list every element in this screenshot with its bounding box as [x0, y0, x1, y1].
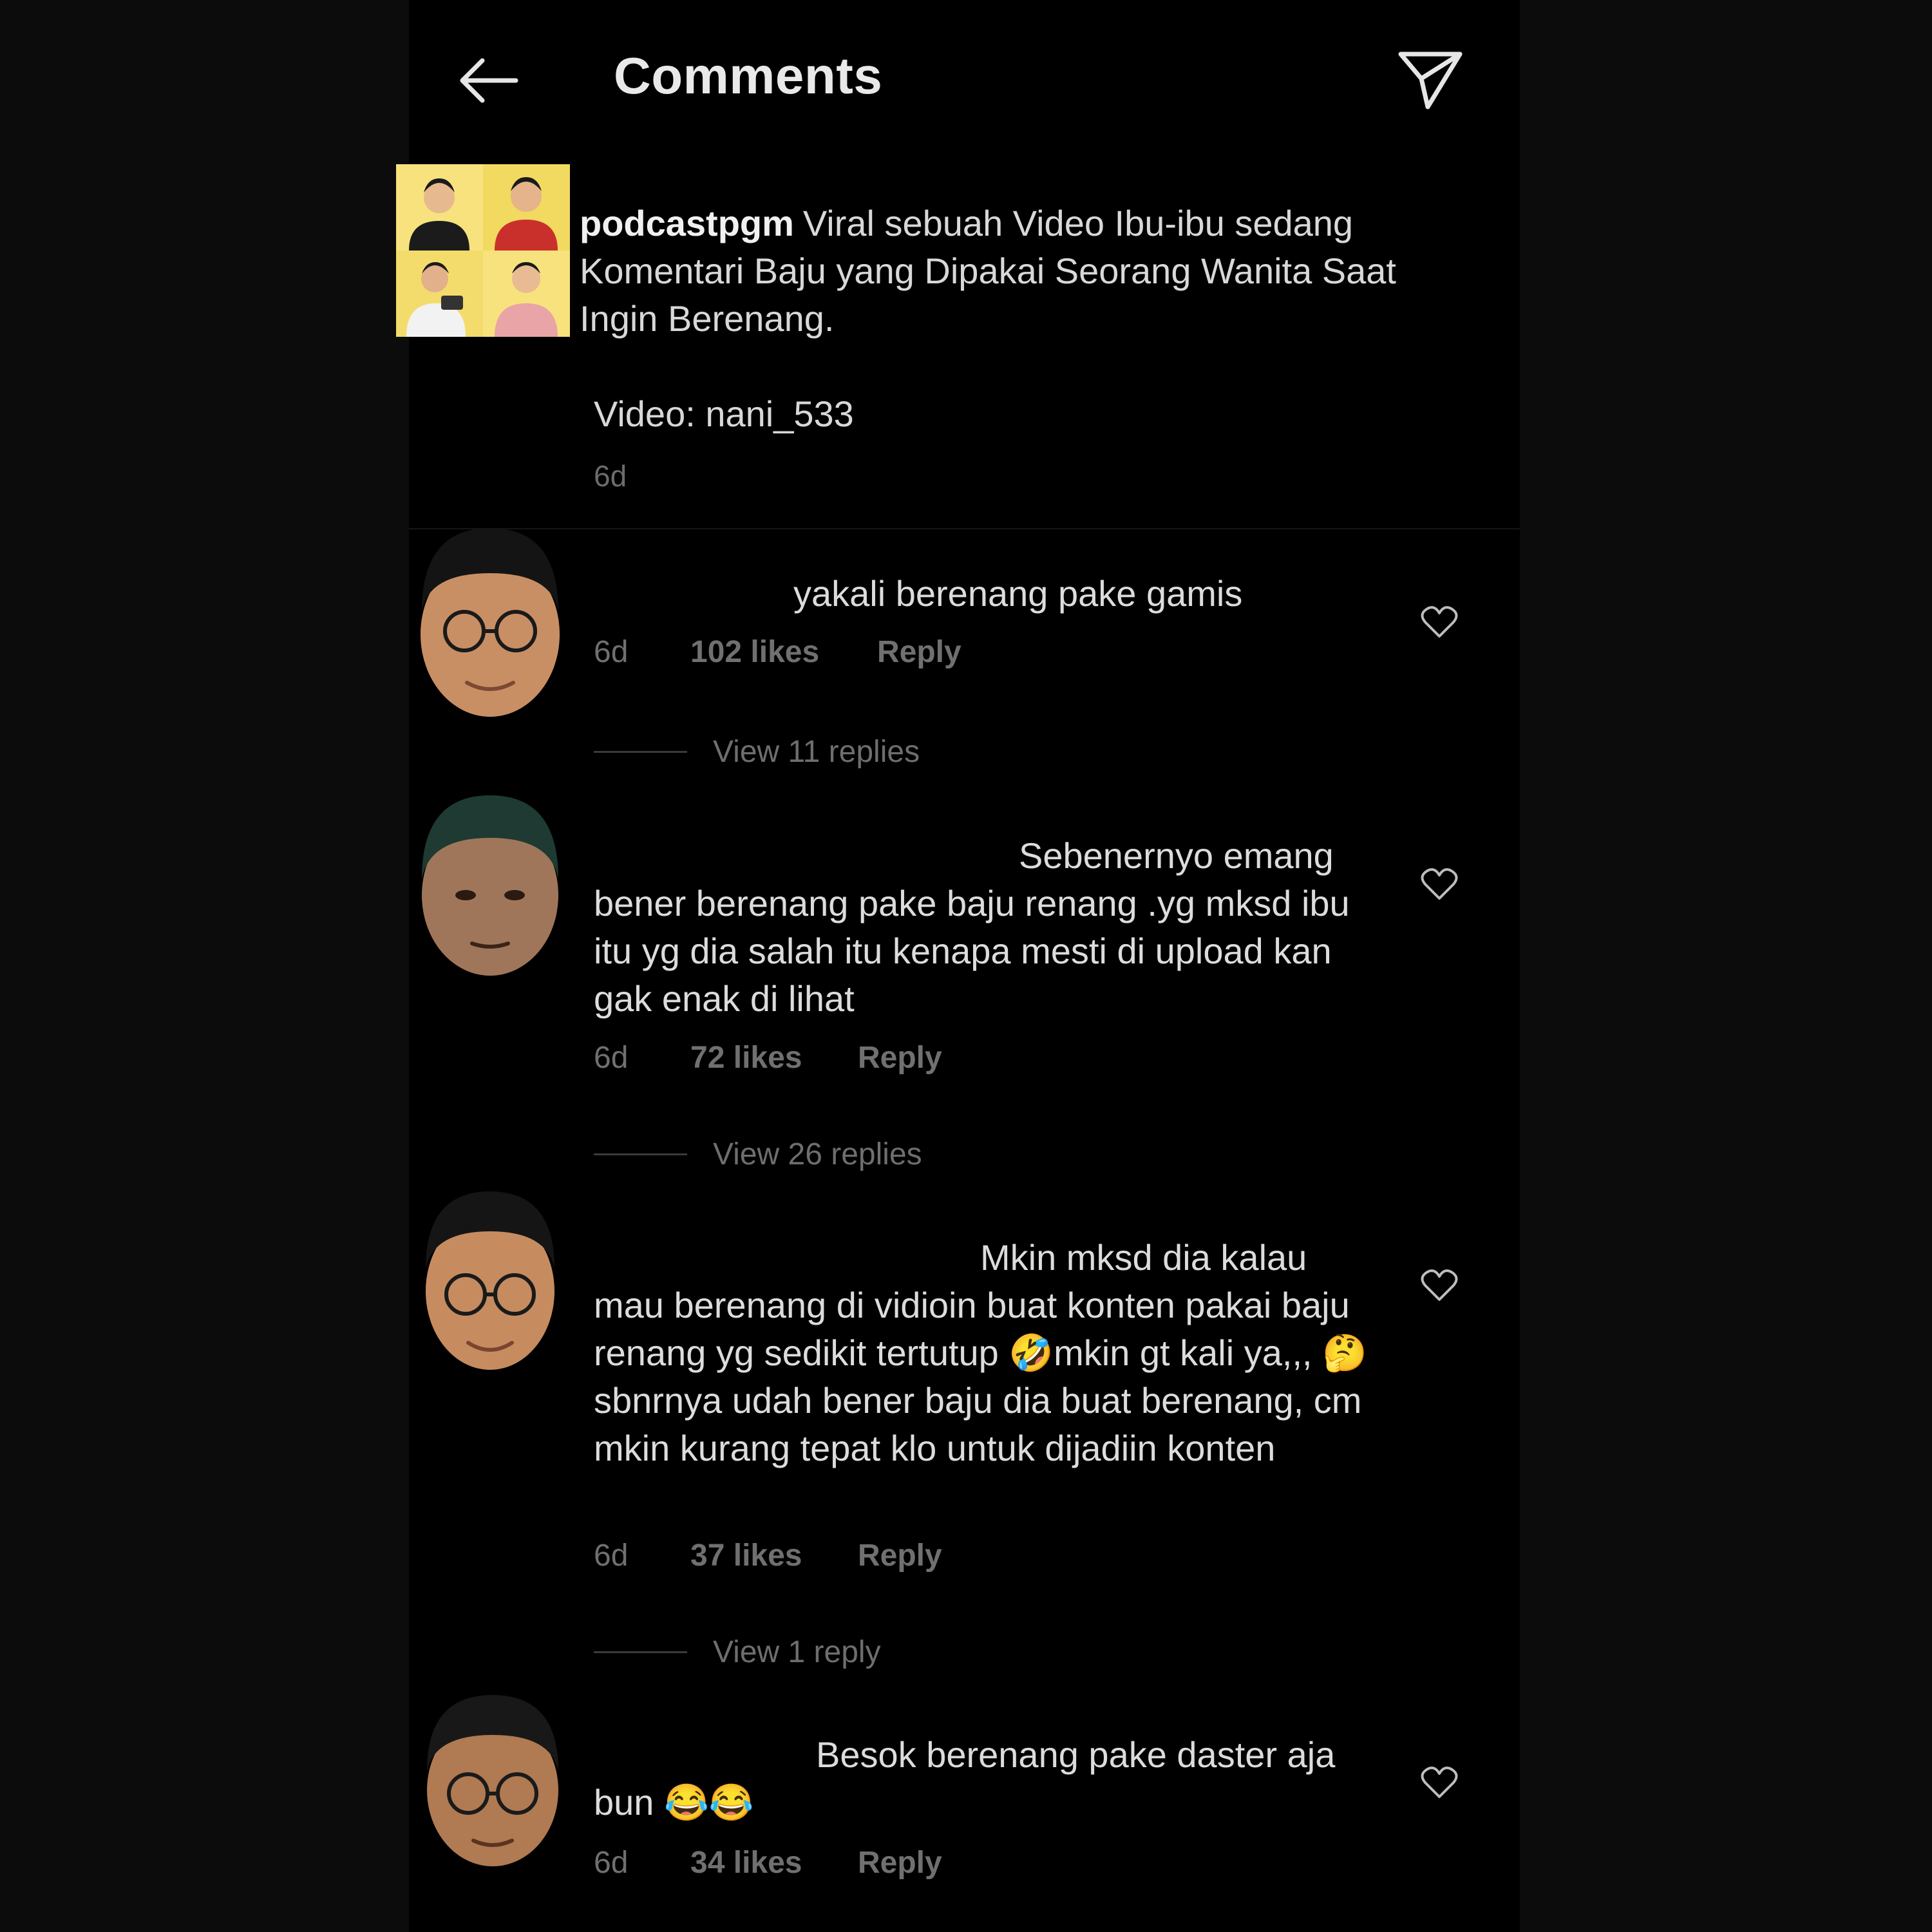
avatar-person-2 [483, 164, 570, 251]
avatar-person-3 [396, 251, 483, 337]
replies-line [594, 1153, 687, 1155]
view-replies-button[interactable]: View 11 replies [594, 734, 920, 770]
commenter-avatar[interactable] [415, 1185, 565, 1381]
like-button[interactable] [1420, 1267, 1459, 1303]
comment-text: Besok berenang pake daster aja bun 😂😂 [594, 1731, 1373, 1826]
post-divider [409, 528, 1520, 529]
view-replies-label: View 11 replies [713, 735, 920, 769]
heart-icon [1421, 868, 1458, 900]
comment-text: Mkin mksd dia kalau mau berenang di vidi… [594, 1234, 1373, 1472]
post-avatar[interactable] [396, 164, 570, 337]
post-credit: Video: nani_533 [594, 393, 854, 434]
comment-text: yakali berenang pake gamis [594, 570, 1373, 618]
comment-timestamp: 6d [594, 635, 629, 669]
replies-line [594, 751, 687, 753]
heart-icon [1421, 1269, 1458, 1301]
comment-meta: 6d 102 likes Reply [594, 634, 961, 670]
commenter-avatar[interactable] [415, 789, 565, 985]
like-button[interactable] [1420, 866, 1459, 902]
replies-line [594, 1651, 687, 1653]
comment-likes[interactable]: 102 likes [690, 634, 877, 670]
post-timestamp: 6d [594, 459, 627, 493]
comment-meta: 6d 37 likes Reply [594, 1538, 942, 1573]
comment-timestamp: 6d [594, 1041, 629, 1075]
comment-timestamp: 6d [594, 1539, 629, 1573]
reply-button[interactable]: Reply [877, 634, 961, 670]
paper-plane-icon [1398, 52, 1463, 109]
comment-meta: 6d 72 likes Reply [594, 1040, 942, 1075]
reply-button[interactable]: Reply [858, 1845, 942, 1880]
view-replies-label: View 26 replies [713, 1137, 922, 1171]
comment-text: Sebenernyo emang bener berenang pake baj… [594, 832, 1373, 1023]
post-caption: podcastpgm Viral sebuah Video Ibu-ibu sed… [580, 200, 1468, 438]
comment-body: Sebenernyo emang bener berenang pake baj… [594, 835, 1350, 1019]
like-button[interactable] [1420, 604, 1459, 640]
comment-body: Besok berenang pake daster aja bun 😂😂 [594, 1734, 1336, 1823]
reply-button[interactable]: Reply [858, 1538, 942, 1573]
reply-button[interactable]: Reply [858, 1040, 942, 1075]
commenter-avatar[interactable] [415, 1687, 565, 1877]
heart-icon [1421, 1766, 1458, 1798]
comment-meta: 6d 34 likes Reply [594, 1845, 942, 1880]
avatar-person-4 [483, 251, 570, 337]
comment-likes[interactable]: 72 likes [690, 1040, 858, 1075]
comment-body: yakali berenang pake gamis [793, 573, 1243, 614]
comment-timestamp: 6d [594, 1846, 629, 1880]
page-title: Comments [614, 47, 883, 104]
comment-likes[interactable]: 34 likes [690, 1845, 858, 1880]
comment-likes[interactable]: 37 likes [690, 1538, 858, 1573]
view-replies-label: View 1 reply [713, 1635, 881, 1669]
arrow-left-icon [460, 58, 518, 103]
commenter-avatar[interactable] [415, 522, 565, 737]
avatar-person-1 [396, 164, 483, 251]
back-button[interactable] [454, 45, 525, 116]
heart-icon [1421, 606, 1458, 638]
view-replies-button[interactable]: View 26 replies [594, 1137, 922, 1172]
share-button[interactable] [1396, 45, 1466, 116]
view-replies-button[interactable]: View 1 reply [594, 1634, 881, 1670]
like-button[interactable] [1420, 1765, 1459, 1801]
post-username[interactable]: podcastpgm [580, 203, 794, 243]
comments-screen: Comments podcastpgm Viral sebuah Video I… [396, 0, 1520, 1932]
comment-body: Mkin mksd dia kalau mau berenang di vidi… [594, 1237, 1367, 1468]
